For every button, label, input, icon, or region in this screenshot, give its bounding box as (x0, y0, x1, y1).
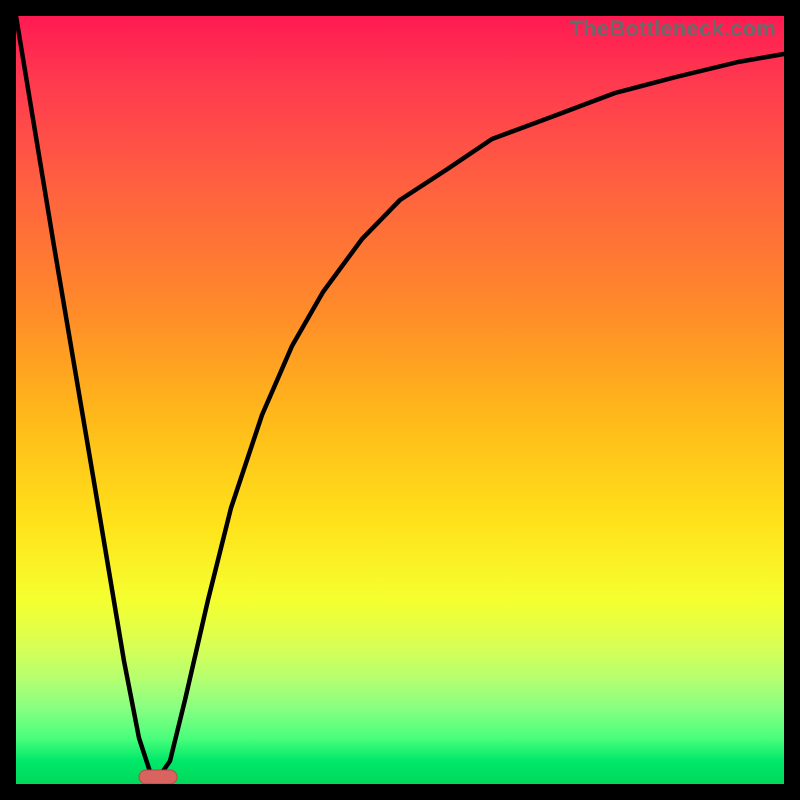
curve-layer (16, 16, 784, 784)
attribution-text: TheBottleneck.com (570, 16, 776, 42)
bottleneck-curve (16, 16, 784, 784)
plot-area: TheBottleneck.com (16, 16, 784, 784)
optimal-marker (139, 770, 177, 784)
chart-frame: TheBottleneck.com (16, 16, 784, 784)
